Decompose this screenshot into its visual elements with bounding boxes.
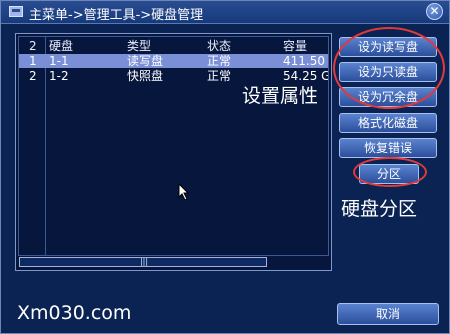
watermark: Xm030.com bbox=[17, 302, 132, 324]
header-status: 状态 bbox=[207, 39, 232, 53]
annotation-set-attributes: 设置属性 bbox=[242, 85, 319, 107]
cell-index: 1 bbox=[29, 54, 37, 68]
header-type: 类型 bbox=[127, 39, 152, 53]
header-count: 2 bbox=[29, 39, 37, 53]
cell-status: 正常 bbox=[207, 69, 232, 83]
set-read-write-button[interactable]: 设为读写盘 bbox=[339, 37, 437, 57]
title-bar: 主菜单->管理工具->硬盘管理 ✕ bbox=[1, 1, 449, 24]
cell-status: 正常 bbox=[207, 54, 232, 68]
cell-capacity: 411.50 G bbox=[283, 54, 328, 68]
breadcrumb-title: 主菜单->管理工具->硬盘管理 bbox=[29, 8, 204, 23]
recover-error-button[interactable]: 恢复错误 bbox=[339, 138, 437, 158]
table-row[interactable]: 1 1-1 读写盘 正常 411.50 G bbox=[19, 54, 328, 68]
cell-disk: 1-1 bbox=[49, 54, 69, 68]
scroll-thumb[interactable]: ||| bbox=[138, 258, 150, 266]
header-disk: 硬盘 bbox=[49, 39, 74, 53]
cancel-button[interactable]: 取消 bbox=[337, 303, 439, 325]
cell-type: 读写盘 bbox=[127, 54, 164, 68]
header-capacity: 容量 bbox=[283, 39, 308, 53]
disk-management-window: 主菜单->管理工具->硬盘管理 ✕ 2 硬盘 类型 状态 容量 1 1-1 读写… bbox=[0, 0, 450, 334]
cell-type: 快照盘 bbox=[127, 69, 164, 83]
horizontal-scrollbar[interactable]: ||| bbox=[19, 257, 267, 267]
set-read-only-button[interactable]: 设为只读盘 bbox=[339, 62, 437, 82]
disk-table: 2 硬盘 类型 状态 容量 1 1-1 读写盘 正常 411.50 G 2 1-… bbox=[18, 36, 329, 256]
cell-index: 2 bbox=[29, 69, 37, 83]
close-icon[interactable]: ✕ bbox=[426, 3, 443, 20]
set-redundant-button[interactable]: 设为冗余盘 bbox=[339, 87, 437, 107]
table-header: 2 硬盘 类型 状态 容量 bbox=[19, 39, 328, 53]
annotation-disk-partition: 硬盘分区 bbox=[341, 198, 418, 220]
mouse-pointer-icon bbox=[178, 183, 190, 201]
disk-list: 2 硬盘 类型 状态 容量 1 1-1 读写盘 正常 411.50 G 2 1-… bbox=[15, 33, 332, 271]
cell-disk: 1-2 bbox=[49, 69, 69, 83]
window-icon bbox=[9, 6, 23, 17]
partition-button[interactable]: 分区 bbox=[359, 164, 419, 184]
format-disk-button[interactable]: 格式化磁盘 bbox=[339, 113, 437, 133]
